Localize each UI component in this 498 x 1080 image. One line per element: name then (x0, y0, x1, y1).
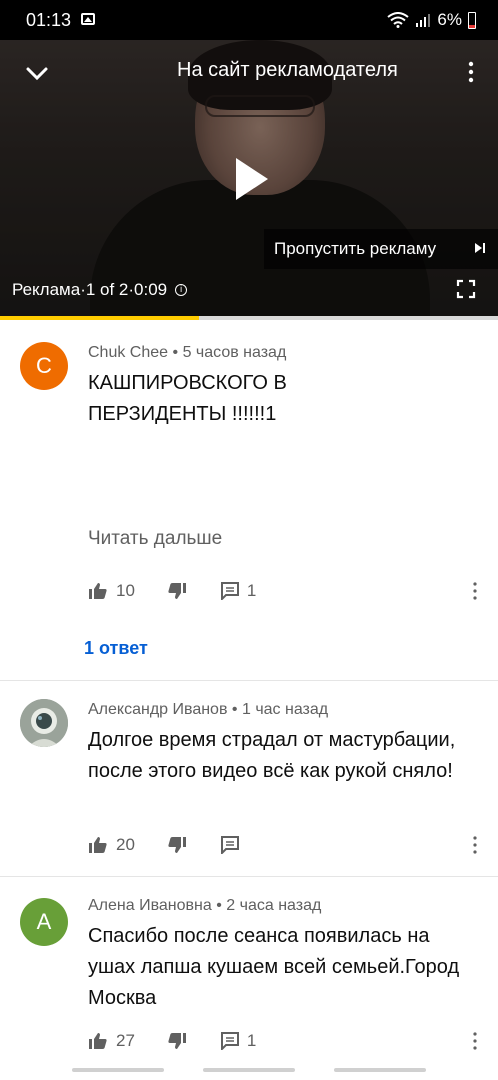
avatar[interactable]: C (20, 342, 68, 390)
comment-actions: 27 1 (88, 1029, 256, 1053)
comment-text: КАШПИРОВСКОГО В ПЕРЗИДЕНТЫ !!!!!!1 (88, 372, 287, 425)
reply-button[interactable] (220, 836, 247, 854)
thumb-up-icon (89, 1033, 107, 1049)
gallery-notification-icon (81, 13, 95, 25)
dislike-button[interactable] (167, 1032, 187, 1050)
status-indicators: 6% (387, 10, 476, 30)
avatar[interactable] (20, 699, 68, 747)
comment: C Chuk Chee • 5 часов назад КАШПИРОВСКОГ… (0, 320, 498, 680)
video-player[interactable]: На сайт рекламодателя Пропустить рекламу… (0, 40, 498, 320)
skip-ad-button[interactable]: Пропустить рекламу (264, 229, 498, 269)
comment-text: Спасибо после сеанса появилась на ушах л… (88, 925, 460, 1009)
nav-hint-bar (72, 1068, 164, 1072)
status-time: 01:13 (26, 10, 72, 30)
thumb-up-icon (89, 837, 107, 853)
comment-time: 2 часа назад (226, 897, 322, 914)
battery-icon (468, 11, 476, 29)
info-icon[interactable]: i (175, 284, 188, 296)
avatar[interactable]: A (20, 898, 68, 946)
thumb-down-icon (168, 837, 186, 853)
like-count: 10 (116, 581, 135, 600)
reply-count: 1 (246, 1031, 257, 1050)
thumb-down-icon (168, 583, 186, 599)
comment-icon (220, 582, 239, 600)
more-vert-icon[interactable] (472, 1031, 478, 1051)
nav-hint-bar (203, 1068, 295, 1072)
comment-actions: 20 (88, 833, 247, 857)
wifi-icon (387, 12, 410, 28)
like-button[interactable]: 27 (88, 1031, 135, 1051)
like-count: 27 (116, 1031, 135, 1050)
comment-text: Долгое время страдал от мастурбации, пос… (88, 729, 456, 782)
like-button[interactable]: 20 (88, 835, 135, 855)
comment-meta: Chuk Chee • 5 часов назад (88, 344, 287, 361)
like-count: 20 (116, 835, 135, 854)
fullscreen-icon[interactable] (456, 279, 476, 299)
more-vert-icon[interactable] (472, 835, 478, 855)
reply-count: 1 (246, 581, 257, 600)
chevron-down-icon[interactable] (24, 60, 50, 86)
read-more-button[interactable]: Читать дальше (88, 528, 222, 550)
comment-time: 5 часов назад (182, 344, 287, 361)
reply-button[interactable]: 1 (220, 581, 257, 601)
comment-meta: Александр Иванов • 1 час назад (88, 701, 329, 718)
like-button[interactable]: 10 (88, 581, 135, 601)
comment-icon (220, 836, 239, 854)
dislike-button[interactable] (167, 582, 187, 600)
more-vert-icon[interactable] (466, 60, 476, 84)
comment-meta: Алена Ивановна • 2 часа назад (88, 897, 322, 914)
reply-button[interactable]: 1 (220, 1031, 257, 1051)
dislike-button[interactable] (167, 836, 187, 854)
more-vert-icon[interactable] (472, 581, 478, 601)
skip-ad-label: Пропустить рекламу (274, 239, 437, 258)
comment-author[interactable]: Алена Ивановна (88, 897, 212, 914)
advertiser-site-link[interactable]: На сайт рекламодателя (177, 59, 398, 82)
view-replies-button[interactable]: 1 ответ (84, 638, 148, 659)
comment-author[interactable]: Александр Иванов (88, 701, 227, 718)
comment: A Алена Ивановна • 2 часа назад Спасибо … (0, 877, 498, 1067)
skip-next-icon (475, 243, 485, 253)
comment-author[interactable]: Chuk Chee (88, 344, 168, 361)
battery-percent: 6% (437, 10, 462, 29)
play-icon[interactable] (236, 158, 268, 200)
comment-icon (220, 1032, 239, 1050)
astronaut-avatar-image (20, 699, 68, 747)
comment: Александр Иванов • 1 час назад Долгое вр… (0, 681, 498, 876)
ad-info: Реклама·1 of 2·0:09 i (12, 280, 188, 300)
status-bar: 01:13 6% (0, 0, 498, 40)
comment-actions: 10 1 (88, 579, 256, 603)
thumb-up-icon (89, 583, 107, 599)
signal-icon (416, 14, 431, 27)
nav-hint-bar (334, 1068, 426, 1072)
thumb-down-icon (168, 1033, 186, 1049)
ad-counter: Реклама·1 of 2·0:09 (12, 280, 168, 299)
comment-time: 1 час назад (241, 701, 329, 718)
